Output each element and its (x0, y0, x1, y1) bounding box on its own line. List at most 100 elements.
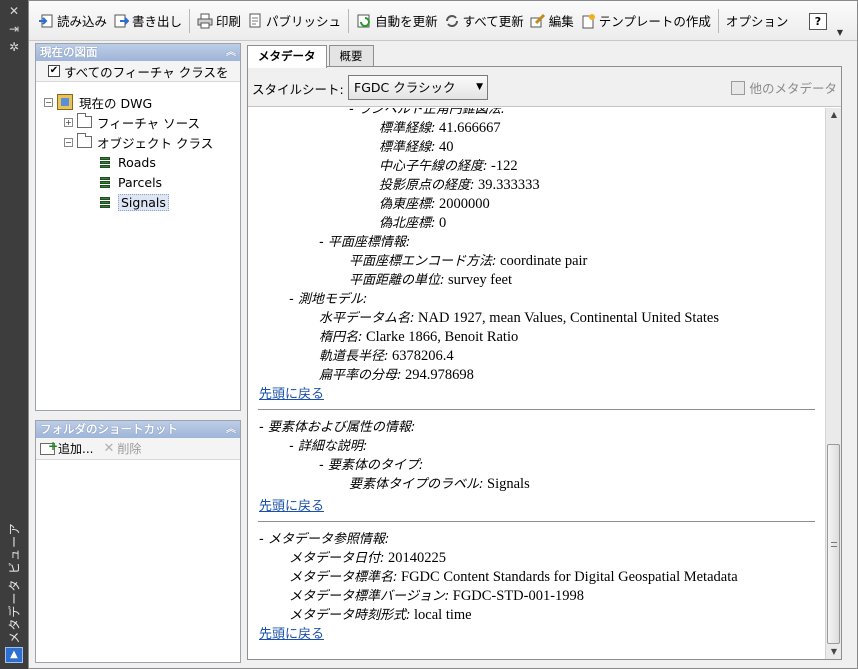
create-template-button[interactable]: テンプレートの作成 (577, 9, 714, 33)
collapse-icon[interactable]: ︽ (226, 421, 236, 438)
toolbar-overflow-icon[interactable]: ▼ (835, 28, 845, 38)
other-metadata-button[interactable]: 他のメタデータ (731, 78, 837, 97)
add-folder-icon (40, 439, 58, 455)
metadata-line: メタデータ日付: 20140225 (289, 549, 446, 568)
auto-update-icon (356, 13, 372, 29)
print-button[interactable]: 印刷 (194, 9, 244, 33)
metadata-line: メタデータ標準バージョン: FGDC-STD-001-1998 (289, 587, 584, 606)
metadata-value: 2000000 (435, 196, 490, 212)
metadata-value: local time (410, 607, 472, 623)
publish-button[interactable]: パブリッシュ (244, 9, 344, 33)
metadata-key: - 測地モデル: (289, 292, 368, 307)
metadata-value: 40 (435, 139, 454, 155)
scroll-down-icon[interactable]: ▼ (826, 645, 842, 659)
options-button[interactable]: オプション (723, 9, 792, 33)
metadata-value: FGDC Content Standards for Digital Geosp… (397, 569, 738, 585)
metadata-value: 294.978698 (401, 367, 474, 383)
metadata-key: 平面距離の単位: (349, 273, 445, 288)
tree-item-layer[interactable]: Roads (98, 152, 156, 172)
all-feature-classes-checkbox[interactable]: ✔ すべてのフィーチャ クラスを (36, 61, 240, 82)
metadata-key: 投影原点の経度: (379, 178, 475, 193)
viewer-tabs: メタデータ 概要 (247, 45, 376, 68)
metadata-value: Clarke 1866, Benoit Ratio (362, 329, 519, 345)
tab-metadata[interactable]: メタデータ (247, 45, 327, 68)
export-button[interactable]: 書き出し (110, 9, 185, 33)
metadata-line: 扁平率の分母: 294.978698 (319, 366, 474, 385)
collapse-node-icon[interactable]: − (64, 137, 73, 147)
metadata-key: - ランベルト正角円錐図法: (349, 108, 506, 117)
checkbox-checked-icon[interactable]: ✔ (48, 65, 60, 77)
properties-icon[interactable]: ✲ (6, 40, 22, 54)
metadata-key: メタデータ標準名: (289, 570, 398, 585)
import-icon (38, 13, 54, 29)
metadata-key: - 要素体のタイプ: (319, 458, 424, 473)
metadata-icon (731, 80, 746, 95)
metadata-line: 要素体タイプのラベル: Signals (349, 475, 530, 494)
metadata-line: - メタデータ参照情報: (259, 530, 389, 549)
edit-button[interactable]: 編集 (527, 9, 577, 33)
update-all-button[interactable]: すべて更新 (441, 9, 527, 33)
metadata-value: Signals (483, 476, 530, 492)
help-button[interactable]: ? (809, 13, 827, 30)
tree-item-feature-source[interactable]: + フィーチャ ソース (64, 112, 200, 132)
current-drawing-header[interactable]: 現在の図面 ︽ (36, 44, 240, 61)
auto-update-button[interactable]: 自動を更新 (353, 9, 441, 33)
metadata-line: - 要素体および属性の情報: (259, 418, 415, 437)
tree-item-current-dwg[interactable]: − 現在の DWG (44, 92, 152, 112)
tree-item-object-class[interactable]: − オブジェクト クラス (64, 132, 213, 152)
layer-icon (98, 155, 112, 169)
metadata-value: FGDC-STD-001-1998 (449, 588, 585, 604)
import-button[interactable]: 読み込み (35, 9, 110, 33)
section-divider (258, 521, 815, 522)
vertical-scrollbar[interactable]: ▲ ▼ (825, 108, 841, 659)
metadata-value: 0 (435, 215, 447, 231)
metadata-line: メタデータ標準名: FGDC Content Standards for Dig… (289, 568, 738, 587)
expand-node-icon[interactable]: + (64, 117, 73, 127)
stylesheet-bar: スタイルシート: FGDC クラシック ▼ 他のメタデータ (248, 67, 841, 107)
metadata-key: 扁平率の分母: (319, 368, 402, 383)
metadata-line: 楕円名: Clarke 1866, Benoit Ratio (319, 328, 518, 347)
toolbar-separator (189, 8, 191, 33)
tree-item-layer-selected[interactable]: Signals (98, 192, 169, 212)
toolbar-separator (717, 8, 719, 33)
metadata-line: 平面距離の単位: survey feet (349, 271, 512, 290)
edit-icon (530, 13, 546, 29)
metadata-line: 標準経線: 40 (379, 138, 454, 157)
app-logo-icon: ▲ (5, 647, 23, 663)
stylesheet-label: スタイルシート: (252, 82, 344, 97)
autohide-icon[interactable]: ⇥ (6, 22, 22, 36)
folder-icon (77, 113, 92, 128)
metadata-key: - 平面座標情報: (319, 235, 411, 250)
scroll-up-icon[interactable]: ▲ (826, 108, 842, 122)
tree-item-layer[interactable]: Parcels (98, 172, 162, 192)
stylesheet-select[interactable]: FGDC クラシック ▼ (348, 75, 488, 100)
dropdown-arrow-icon: ▼ (476, 82, 483, 92)
scroll-thumb[interactable] (827, 444, 840, 644)
metadata-line: 偽北座標: 0 (379, 214, 446, 233)
back-to-top-link[interactable]: 先頭に戻る (259, 385, 324, 404)
toolbar: 読み込み 書き出し 印刷 パブリッシュ 自動を更新 すべて更新 編集 テンプレー… (29, 1, 857, 41)
back-to-top-link[interactable]: 先頭に戻る (259, 625, 324, 644)
metadata-key: 平面座標エンコード方法: (349, 254, 497, 269)
metadata-line: メタデータ時刻形式: local time (289, 606, 472, 625)
create-template-icon (580, 13, 596, 29)
close-icon[interactable]: ✕ (6, 4, 22, 18)
metadata-line: 標準経線: 41.666667 (379, 119, 501, 138)
publish-icon (247, 13, 263, 29)
metadata-line: 水平データム名: NAD 1927, mean Values, Continen… (319, 309, 719, 328)
delete-shortcut-button[interactable]: ✕ 削除 (103, 440, 141, 457)
collapse-icon[interactable]: ︽ (226, 44, 236, 61)
metadata-key: 水平データム名: (319, 311, 415, 326)
export-icon (113, 13, 130, 29)
dwg-icon (57, 94, 73, 110)
folder-shortcuts-header[interactable]: フォルダのショートカット ︽ (36, 421, 240, 438)
metadata-viewer-window: 読み込み 書き出し 印刷 パブリッシュ 自動を更新 すべて更新 編集 テンプレー… (28, 0, 858, 669)
metadata-key: - メタデータ参照情報: (259, 532, 390, 547)
collapse-node-icon[interactable]: − (44, 97, 53, 107)
metadata-line: - 測地モデル: (289, 290, 367, 309)
metadata-key: 軌道長半径: (319, 349, 389, 364)
metadata-key: 偽東座標: (379, 197, 436, 212)
back-to-top-link[interactable]: 先頭に戻る (259, 497, 324, 516)
tab-summary[interactable]: 概要 (328, 45, 374, 66)
add-shortcut-button[interactable]: 追加... (40, 439, 93, 457)
